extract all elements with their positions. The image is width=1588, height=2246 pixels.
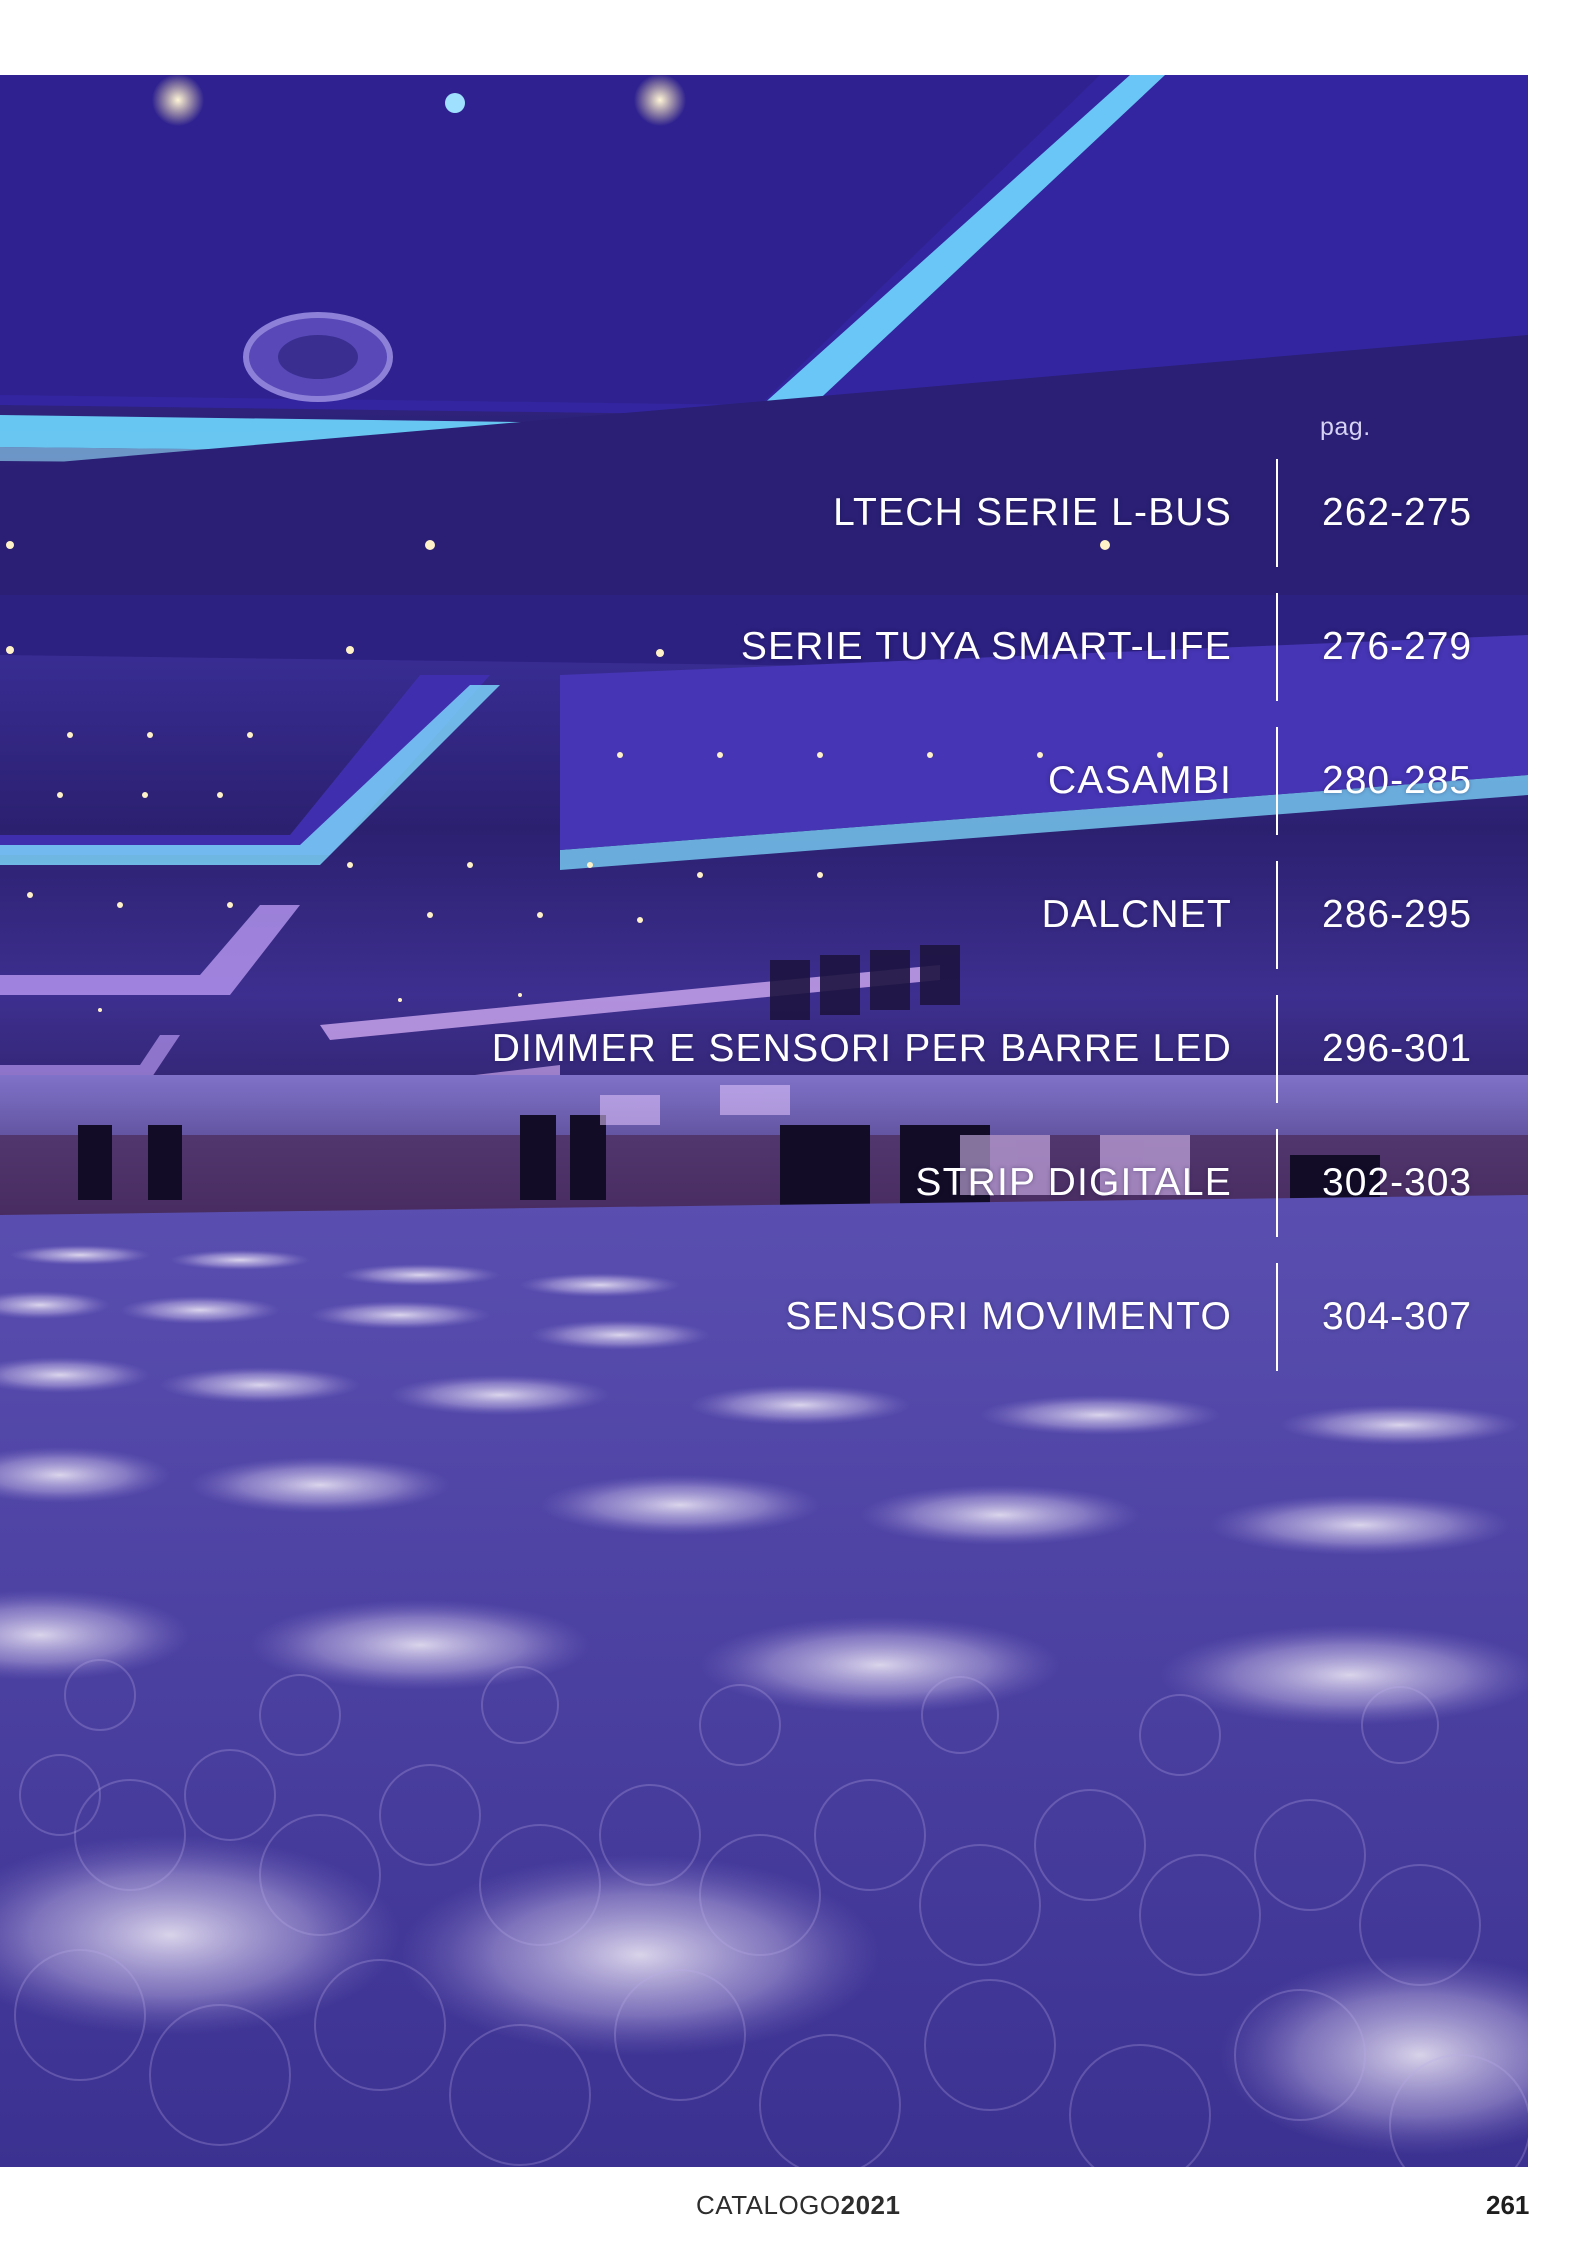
toc-entry[interactable]: DIMMER E SENSORI PER BARRE LED 296-301 <box>0 995 1528 1103</box>
ballroom-illustration <box>0 75 1528 2167</box>
toc-entry-pages: 304-307 <box>1322 1295 1473 1338</box>
toc-entry-label: DALCNET <box>1041 893 1232 936</box>
toc-entry-label: LTECH SERIE L-BUS <box>833 491 1232 534</box>
toc-divider <box>1276 861 1278 969</box>
toc-entry-label: STRIP DIGITALE <box>915 1161 1232 1204</box>
toc-divider <box>1276 1129 1278 1237</box>
toc-entry[interactable]: SENSORI MOVIMENTO 304-307 <box>0 1263 1528 1371</box>
toc-divider <box>1276 459 1278 567</box>
toc-entry[interactable]: CASAMBI 280-285 <box>0 727 1528 835</box>
footer-catalog-title: CATALOGO2021 <box>696 2190 900 2221</box>
toc-entry[interactable]: SERIE TUYA SMART-LIFE 276-279 <box>0 593 1528 701</box>
toc-entry-pages: 276-279 <box>1322 625 1473 668</box>
footer-catalog-prefix: CATALOGO <box>696 2190 841 2220</box>
toc-entry-label: SERIE TUYA SMART-LIFE <box>740 625 1232 668</box>
toc-entry-pages: 280-285 <box>1322 759 1473 802</box>
footer-catalog-year: 2021 <box>840 2190 901 2220</box>
toc-entry-pages: 296-301 <box>1322 1027 1473 1070</box>
toc-divider <box>1276 995 1278 1103</box>
toc-entry-label: CASAMBI <box>1048 759 1232 802</box>
toc-pag-label: pag. <box>1320 413 1371 441</box>
toc-divider <box>1276 1263 1278 1371</box>
toc-divider <box>1276 593 1278 701</box>
toc-entry[interactable]: DALCNET 286-295 <box>0 861 1528 969</box>
toc-entry[interactable]: LTECH SERIE L-BUS 262-275 <box>0 459 1528 567</box>
toc-entry-pages: 262-275 <box>1322 491 1473 534</box>
toc-entry-pages: 286-295 <box>1322 893 1473 936</box>
ballroom-photo <box>0 75 1528 2167</box>
toc-entry-label: SENSORI MOVIMENTO <box>785 1295 1232 1338</box>
page-number: 261 <box>1486 2190 1530 2220</box>
toc-entry[interactable]: STRIP DIGITALE 302-303 <box>0 1129 1528 1237</box>
toc-entry-pages: 302-303 <box>1322 1161 1473 1204</box>
toc-divider <box>1276 727 1278 835</box>
toc-entry-label: DIMMER E SENSORI PER BARRE LED <box>491 1027 1232 1070</box>
